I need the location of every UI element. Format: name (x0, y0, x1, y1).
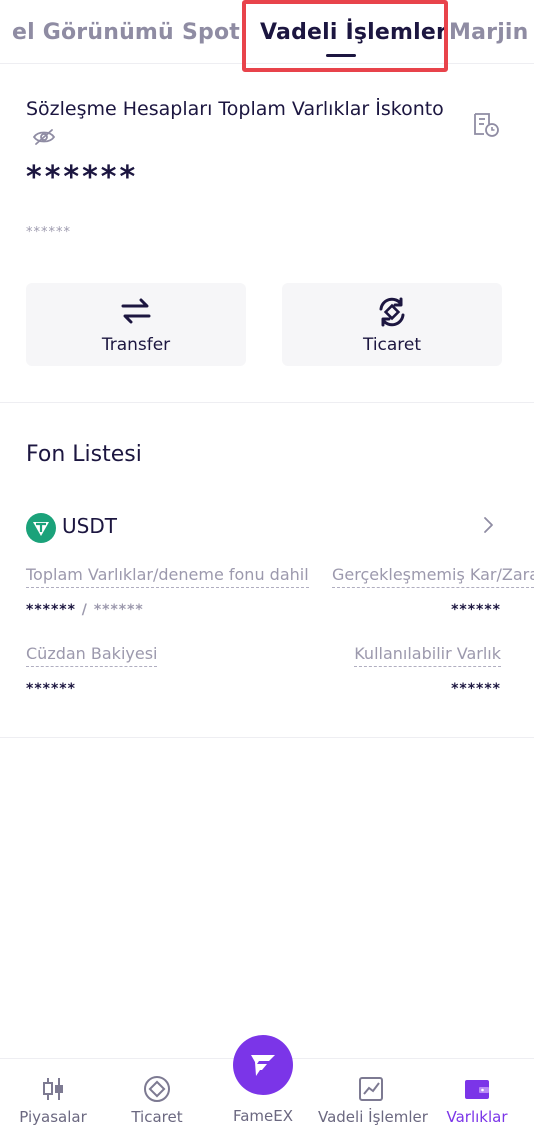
summary-title: Sözleşme Hesapları Toplam Varlıklar İsko… (26, 93, 446, 157)
total-assets-value: ****** (26, 160, 139, 195)
trade-button[interactable]: Ticaret (282, 283, 502, 366)
transfer-button[interactable]: Transfer (26, 283, 246, 366)
total-assets-amount: ****** / ****** (26, 602, 144, 618)
nav-assets[interactable]: Varlıklar (424, 1059, 530, 1131)
transfer-icon (121, 298, 151, 324)
total-assets-fund-value: ****** (26, 602, 76, 618)
nav-fameex-label: FameEX (232, 1107, 294, 1125)
unrealized-pnl-label[interactable]: Gerçekleşmemiş Kar/Zarar (332, 565, 534, 588)
tab-spot[interactable]: Spot (182, 20, 240, 45)
trade-target-icon (144, 1076, 170, 1102)
fameex-logo-icon (251, 1055, 275, 1076)
wallet-balance-value: ****** (26, 681, 76, 697)
fameex-center-button[interactable] (233, 1035, 293, 1095)
summary-title-text: Sözleşme Hesapları Toplam Varlıklar İsko… (26, 98, 444, 120)
wallet-icon (465, 1080, 489, 1099)
transfer-label: Transfer (101, 335, 171, 355)
usdt-icon (26, 513, 56, 547)
coin-name[interactable]: USDT (62, 514, 117, 538)
trade-swap-icon (379, 297, 405, 327)
section-divider (0, 737, 534, 738)
chevron-right-icon[interactable] (482, 515, 496, 539)
record-icon[interactable] (472, 112, 500, 142)
nav-futures[interactable]: Vadeli İşlemler (318, 1059, 428, 1131)
unrealized-pnl-value: ****** (451, 602, 501, 618)
nav-markets-label: Piyasalar (19, 1108, 87, 1126)
total-assets-label[interactable]: Toplam Varlıklar/deneme fonu dahil (26, 565, 309, 588)
wallet-balance-label[interactable]: Cüzdan Bakiyesi (26, 644, 158, 667)
trade-label: Ticaret (362, 335, 422, 355)
available-label[interactable]: Kullanılabilir Varlık (354, 644, 501, 667)
highlight-box (242, 0, 448, 72)
eye-off-icon[interactable] (32, 124, 56, 156)
nav-futures-label: Vadeli İşlemler (318, 1108, 428, 1126)
candlestick-icon (43, 1078, 63, 1100)
nav-assets-label: Varlıklar (446, 1108, 508, 1126)
total-assets-sub-value: ****** (26, 225, 71, 240)
tab-overview[interactable]: el Görünümü (12, 20, 174, 45)
nav-trade-label: Ticaret (131, 1108, 183, 1126)
section-divider (0, 402, 534, 403)
tab-margin[interactable]: Marjin (449, 20, 529, 45)
available-value: ****** (451, 681, 501, 697)
fund-list-title: Fon Listesi (26, 442, 142, 467)
trial-fund-value: ****** (93, 602, 144, 618)
futures-chart-icon (359, 1077, 383, 1101)
nav-trade[interactable]: Ticaret (104, 1059, 210, 1131)
nav-markets[interactable]: Piyasalar (0, 1059, 106, 1131)
